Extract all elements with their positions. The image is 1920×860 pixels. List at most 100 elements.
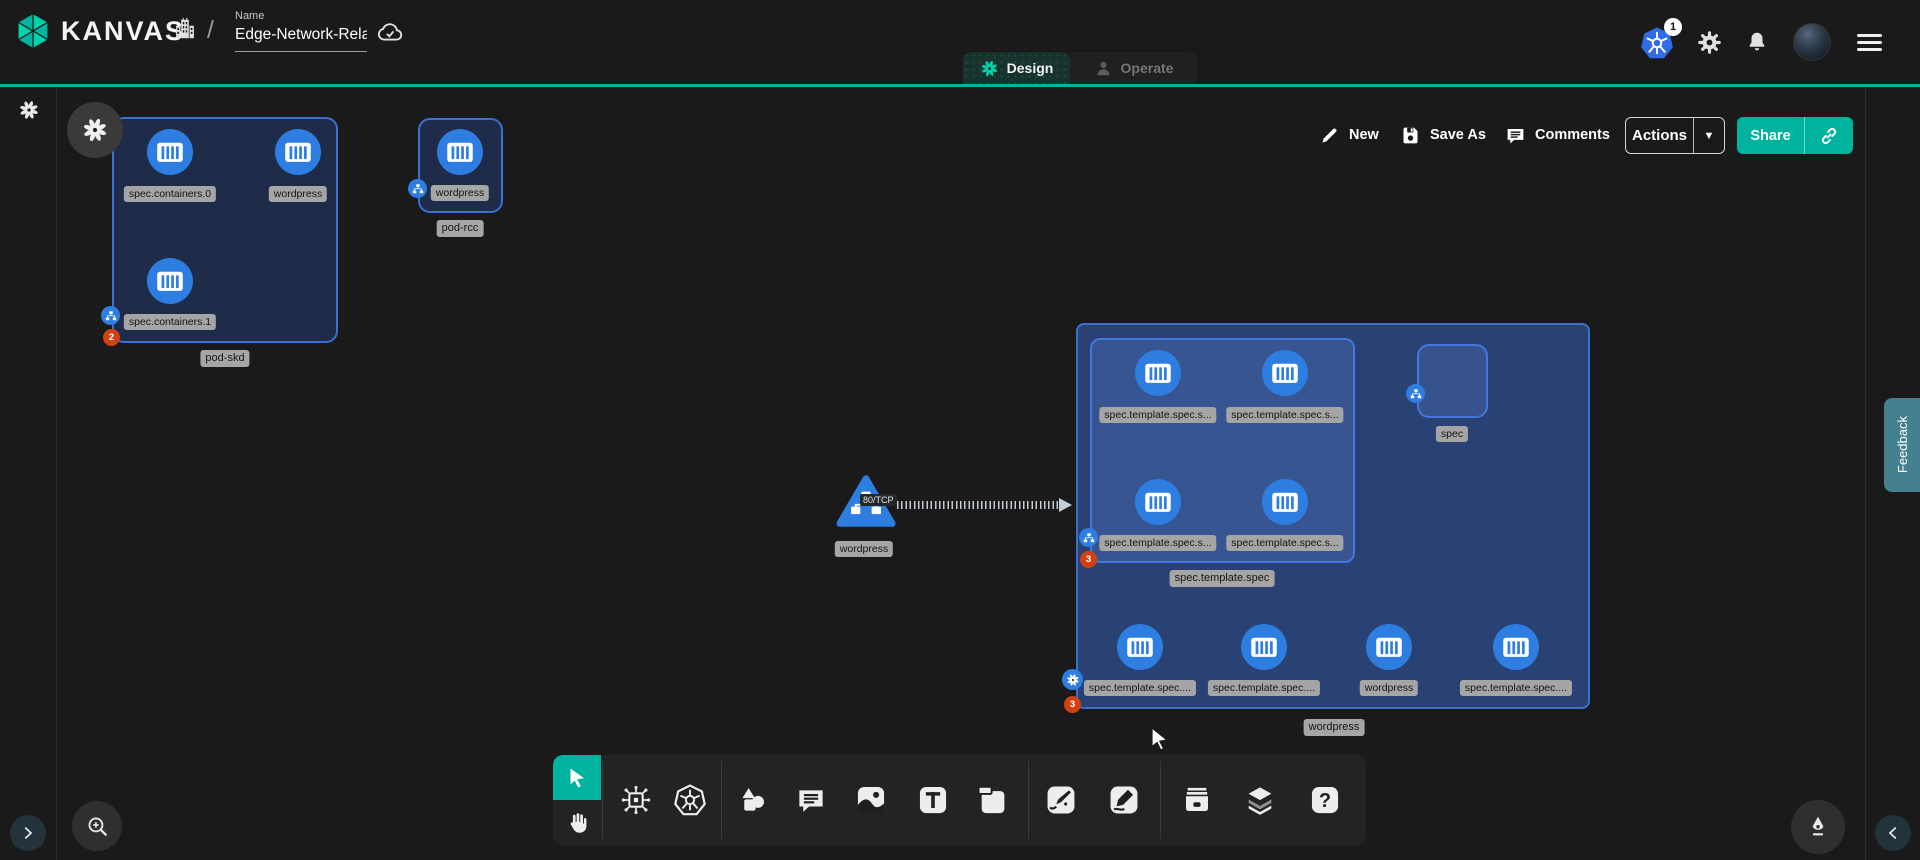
toolbar-divider [602,761,603,839]
container-node[interactable] [275,129,321,175]
container-icon [1141,356,1175,390]
node-label: wordpress [269,186,327,202]
pen-tool-button[interactable] [1044,783,1078,817]
actions-split-button[interactable]: Actions ▼ [1625,117,1725,154]
edge-port-label: 80/TCP [860,494,897,506]
container-node[interactable] [1241,624,1287,670]
container-icon [1268,485,1302,519]
group-label: pod-skd [200,350,249,367]
design-name-input[interactable] [235,22,367,52]
container-icon [443,135,477,169]
node-label: spec.template.spec.... [1084,680,1196,696]
pencil-draw-icon [1107,783,1141,817]
comment-tool-button[interactable] [796,785,827,816]
notifications-bell-icon[interactable] [1745,30,1769,54]
container-node[interactable] [1117,624,1163,670]
pen-mode-button[interactable] [1791,800,1845,854]
canvas-toolbar [553,755,1366,845]
container-node[interactable] [1135,350,1181,396]
archive-tool-button[interactable] [1181,784,1214,817]
container-icon [153,135,187,169]
container-icon [1372,630,1406,664]
cursor-arrow-icon [565,766,589,790]
pen-nib-icon [1805,814,1831,840]
hamburger-menu-icon[interactable] [1857,34,1882,51]
node-label: spec.containers.0 [124,186,216,202]
operate-person-icon [1094,59,1113,78]
settings-gear-icon[interactable] [1696,29,1723,56]
group-relationship-icon[interactable] [101,306,120,325]
node-label: wordpress [1360,680,1418,696]
node-label: spec.containers.1 [124,314,216,330]
container-node[interactable] [147,129,193,175]
note-tool-button[interactable] [976,784,1009,817]
left-rail [0,87,57,860]
chevron-left-icon [1884,824,1902,842]
group-spec-template-spec[interactable] [1090,338,1355,563]
breadcrumb-separator: / [207,16,214,45]
layers-tool-button[interactable] [1244,784,1276,816]
new-label: New [1349,127,1379,143]
help-tool-button[interactable] [1309,784,1342,817]
pan-tool-button[interactable] [553,800,601,845]
organization-icon[interactable] [172,16,198,42]
toolbar-divider [1160,761,1161,839]
container-node[interactable] [437,129,483,175]
container-node[interactable] [147,258,193,304]
container-node[interactable] [1366,624,1412,670]
layers-icon [1244,784,1276,816]
kubernetes-tool-button[interactable] [674,784,707,817]
group-count-badge: 3 [1080,551,1097,568]
brand[interactable]: KANVAS [13,11,185,51]
components-tool-button[interactable] [620,784,652,816]
expand-left-panel-button[interactable] [10,815,46,851]
container-node[interactable] [1135,479,1181,525]
save-as-button[interactable]: Save As [1400,117,1486,153]
brand-name: KANVAS [61,16,185,47]
container-node[interactable] [1262,479,1308,525]
tab-design[interactable]: Design [963,52,1070,84]
container-icon [153,264,187,298]
tab-operate[interactable]: Operate [1070,52,1197,84]
share-split-button[interactable]: Share [1737,117,1853,154]
node-label: spec.template.spec.s... [1226,407,1343,423]
share-link-icon[interactable] [1805,125,1853,147]
text-tool-button[interactable] [917,784,950,817]
user-avatar[interactable] [1793,23,1831,61]
sitemap-icon [1083,532,1095,544]
actions-label: Actions [1626,127,1693,144]
node-spec[interactable] [1417,344,1488,418]
actions-dropdown-arrow-icon[interactable]: ▼ [1694,130,1724,142]
container-node[interactable] [1262,350,1308,396]
shapes-tool-button[interactable] [738,785,768,815]
freehand-tool-button[interactable] [1107,783,1141,817]
node-label: spec.template.spec.s... [1099,535,1216,551]
comments-button[interactable]: Comments [1505,117,1610,153]
app-header: KANVAS / Name Design Operate 1 [0,0,1920,84]
select-tool-button[interactable] [553,755,601,800]
container-node[interactable] [1493,624,1539,670]
accent-divider [0,84,1920,87]
question-icon [1309,784,1342,817]
drawer-icon [1181,784,1214,817]
new-button[interactable]: New [1320,117,1379,153]
tab-operate-label: Operate [1121,60,1174,76]
k8s-context-button[interactable]: 1 [1640,26,1674,60]
tab-design-label: Design [1007,60,1054,76]
group-meshery-icon[interactable] [1062,669,1083,690]
meshery-spiral-icon[interactable] [18,99,40,121]
edge-service-to-deployment[interactable] [897,501,1062,509]
kubernetes-wheel-icon [674,784,707,817]
zoom-search-button[interactable] [72,801,122,851]
k8s-cluster-node[interactable] [67,102,123,158]
group-relationship-icon[interactable] [1406,384,1425,403]
container-icon [1268,356,1302,390]
expand-right-panel-button[interactable] [1875,815,1911,851]
container-icon [1123,630,1157,664]
group-relationship-icon[interactable] [408,179,427,198]
feedback-tab[interactable]: Feedback [1884,398,1920,492]
container-icon [1499,630,1533,664]
image-tool-button[interactable] [855,784,888,817]
group-relationship-icon[interactable] [1079,528,1098,547]
save-as-label: Save As [1430,127,1486,143]
